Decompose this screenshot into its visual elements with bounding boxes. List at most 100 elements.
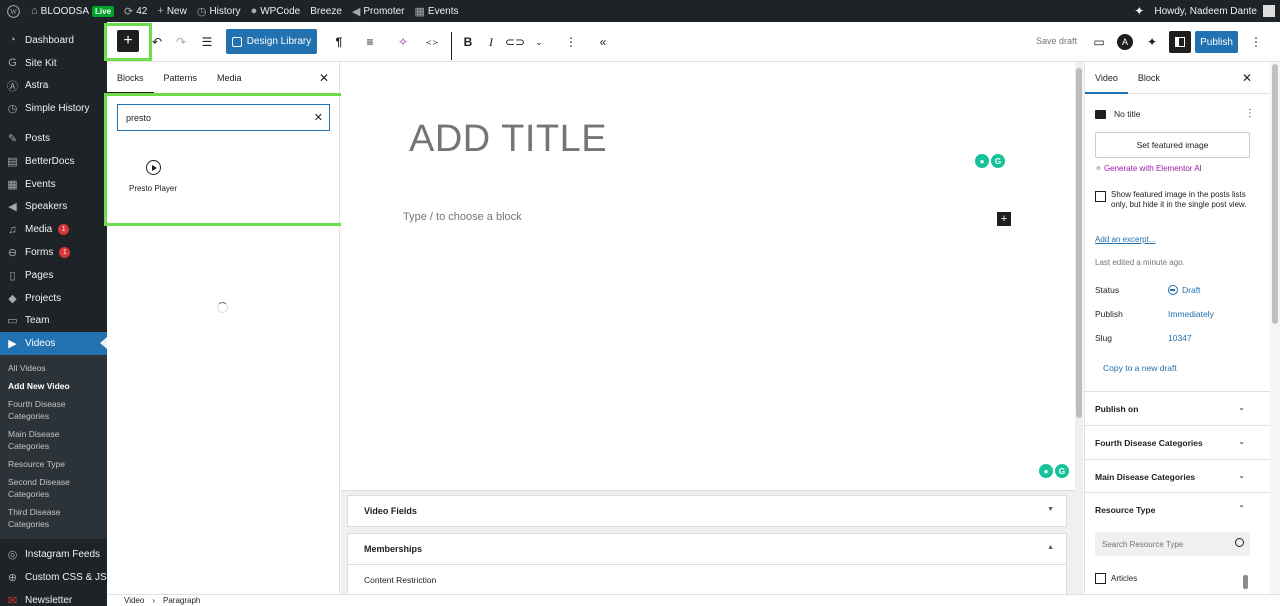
articles-checkbox[interactable]: [1095, 573, 1106, 584]
panel-resource-type[interactable]: Resource Type ⌃: [1085, 492, 1271, 526]
paragraph-placeholder[interactable]: Type / to choose a block: [403, 211, 522, 223]
ai-sparkle-icon[interactable]: ✧: [391, 30, 415, 54]
submenu-third-disease-categories[interactable]: Third Disease Categories: [0, 503, 107, 533]
grammarly-widget[interactable]: ● G: [975, 154, 1005, 168]
sidebar-scrollbar[interactable]: [1270, 62, 1280, 594]
ai-sparkle-icon[interactable]: ✦: [1140, 30, 1164, 54]
submenu-resource-type[interactable]: Resource Type: [0, 455, 107, 473]
submenu-main-disease-categories[interactable]: Main Disease Categories: [0, 425, 107, 455]
scrollbar-thumb[interactable]: [1243, 575, 1248, 589]
menu-pages[interactable]: ▯ Pages: [0, 264, 107, 287]
submenu-second-disease-categories[interactable]: Second Disease Categories: [0, 473, 107, 503]
metabox-header[interactable]: Memberships ▲: [348, 534, 1066, 564]
bold-icon[interactable]: B: [456, 30, 480, 54]
submenu-fourth-disease-categories[interactable]: Fourth Disease Categories: [0, 395, 107, 425]
astra-settings-icon[interactable]: A: [1117, 34, 1133, 50]
menu-instagram-feeds[interactable]: ◎ Instagram Feeds: [0, 543, 107, 566]
menu-betterdocs[interactable]: ▤ BetterDocs: [0, 150, 107, 173]
site-name-link[interactable]: ⌂ BLOODSA Live: [26, 0, 119, 22]
text-transform-icon[interactable]: ≺≻: [420, 30, 444, 54]
my-account-link[interactable]: Howdy, Nadeem Dante: [1149, 0, 1280, 22]
save-draft-button[interactable]: Save draft: [1036, 36, 1077, 46]
add-excerpt-link[interactable]: Add an excerpt...: [1095, 235, 1155, 244]
history-link[interactable]: ◷ History: [192, 0, 246, 22]
block-search-field[interactable]: ✕: [117, 104, 330, 131]
menu-simple-history[interactable]: ◷ Simple History: [0, 97, 107, 120]
more-options-icon[interactable]: ⋮: [1245, 108, 1255, 119]
canvas-scrollbar[interactable]: [1075, 62, 1083, 594]
breadcrumb-paragraph[interactable]: Paragraph: [163, 596, 200, 605]
publish-button[interactable]: Publish: [1195, 31, 1238, 53]
settings-toggle-button[interactable]: [1169, 31, 1191, 53]
align-left-icon[interactable]: ≡: [358, 30, 382, 54]
submenu-add-new-video[interactable]: Add New Video: [0, 377, 107, 395]
add-block-icon[interactable]: +: [997, 212, 1011, 226]
undo-icon[interactable]: ↶: [145, 30, 169, 54]
copy-to-new-draft-link[interactable]: Copy to a new draft: [1103, 363, 1177, 373]
presto-player-block[interactable]: Presto Player: [123, 160, 183, 193]
menu-site-kit[interactable]: G Site Kit: [0, 52, 107, 75]
options-menu-icon[interactable]: ⋮: [1244, 30, 1268, 54]
menu-forms[interactable]: ⊖ Forms 1: [0, 241, 107, 264]
menu-videos[interactable]: ▶ Videos: [0, 332, 107, 356]
new-content-link[interactable]: + New: [152, 0, 191, 22]
wordpress-logo-icon[interactable]: W: [0, 0, 26, 22]
tab-video[interactable]: Video: [1085, 62, 1128, 94]
document-overview-icon[interactable]: ☰: [195, 30, 219, 54]
clear-search-icon[interactable]: ✕: [314, 111, 323, 124]
close-icon[interactable]: ✕: [1242, 71, 1252, 85]
menu-posts[interactable]: ✎ Posts: [0, 127, 107, 150]
menu-astra[interactable]: Ⓐ Astra: [0, 75, 107, 98]
resource-list-scrollbar[interactable]: [1242, 567, 1250, 592]
slug-value-button[interactable]: 10347: [1168, 333, 1192, 343]
chevron-down-icon[interactable]: ⌄: [527, 30, 551, 54]
breeze-link[interactable]: Breeze: [305, 0, 347, 22]
generate-with-ai-link[interactable]: ✧ Generate with Elementor AI: [1095, 164, 1202, 173]
resource-type-search[interactable]: Search Resource Type: [1095, 532, 1250, 556]
menu-events[interactable]: ▦ Events: [0, 173, 107, 196]
design-library-button[interactable]: Design Library: [226, 29, 317, 54]
menu-custom-css-js[interactable]: ⊕ Custom CSS & JS: [0, 566, 107, 589]
scrollbar-thumb[interactable]: [1272, 64, 1278, 324]
redo-icon[interactable]: ↷: [169, 30, 193, 54]
block-inserter-toggle[interactable]: +: [117, 30, 139, 52]
menu-newsletter[interactable]: ✉ Newsletter: [0, 589, 107, 606]
menu-team[interactable]: ▭ Team: [0, 310, 107, 333]
publish-date-button[interactable]: Immediately: [1168, 309, 1214, 319]
set-featured-image-button[interactable]: Set featured image: [1095, 132, 1250, 158]
events-link[interactable]: ▦ Events: [410, 0, 464, 22]
tab-media[interactable]: Media: [207, 62, 252, 94]
preview-device-icon[interactable]: ▭: [1087, 30, 1111, 54]
paragraph-icon[interactable]: ¶: [327, 30, 351, 54]
promoter-link[interactable]: ◀ Promoter: [347, 0, 410, 22]
tab-block[interactable]: Block: [1128, 62, 1170, 94]
block-search-input[interactable]: [126, 112, 306, 123]
caret-down-icon[interactable]: ▼: [1047, 506, 1054, 513]
status-value-button[interactable]: Draft: [1168, 285, 1200, 295]
panel-fourth-disease-categories[interactable]: Fourth Disease Categories ⌄: [1085, 425, 1271, 459]
wpcode-link[interactable]: ● WPCode: [246, 0, 306, 22]
tab-patterns[interactable]: Patterns: [154, 62, 208, 94]
menu-projects[interactable]: ◆ Projects: [0, 287, 107, 310]
more-options-icon[interactable]: ⋮: [559, 30, 583, 54]
menu-speakers[interactable]: ◀ Speakers: [0, 196, 107, 219]
menu-dashboard[interactable]: ◔ Dashboard: [0, 29, 107, 52]
post-title-field[interactable]: ADD TITLE: [409, 118, 607, 161]
featured-image-checkbox[interactable]: [1095, 191, 1106, 202]
menu-media[interactable]: ♫ Media 1: [0, 218, 107, 241]
grammarly-widget[interactable]: ● G: [1039, 464, 1069, 478]
metabox-header[interactable]: Video Fields ▼: [348, 496, 1066, 526]
caret-up-icon[interactable]: ▲: [1047, 544, 1054, 551]
panel-publish-on[interactable]: Publish on ⌄: [1085, 391, 1271, 425]
ai-sparkle-link[interactable]: ✦: [1129, 0, 1149, 22]
submenu-all-videos[interactable]: All Videos: [0, 359, 107, 377]
breadcrumb-video[interactable]: Video: [124, 596, 144, 605]
scrollbar-thumb[interactable]: [1076, 68, 1082, 418]
panel-main-disease-categories[interactable]: Main Disease Categories ⌄: [1085, 459, 1271, 493]
tab-blocks[interactable]: Blocks: [107, 62, 154, 94]
link-icon[interactable]: ⊂⊃: [503, 30, 527, 54]
italic-icon[interactable]: I: [479, 30, 503, 54]
updates-link[interactable]: ⟳ 42: [119, 0, 152, 22]
close-icon[interactable]: ✕: [319, 71, 329, 85]
collapse-toolbar-icon[interactable]: «: [591, 30, 615, 54]
